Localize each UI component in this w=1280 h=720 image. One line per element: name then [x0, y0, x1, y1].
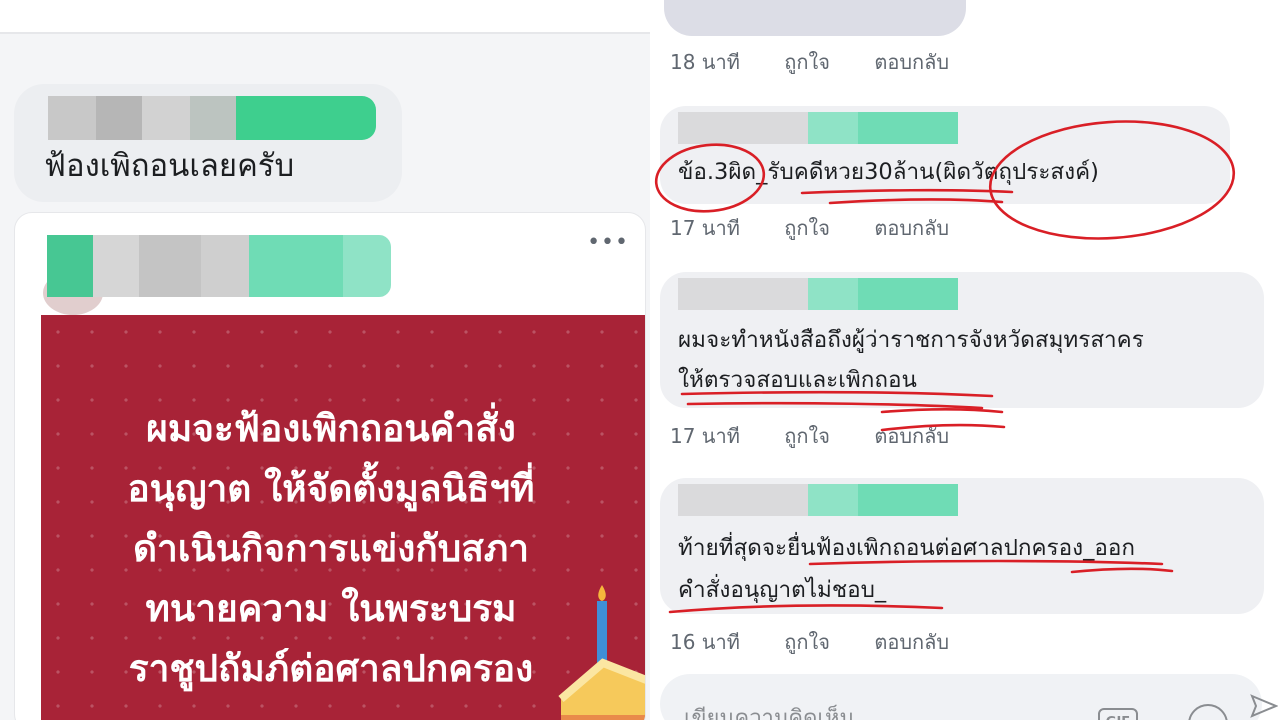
blurred-commenter-name — [678, 278, 968, 310]
comment-bubble[interactable]: ท้ายที่สุดจะยื่นฟ้องเพิกถอนต่อศาลปกครอง_… — [660, 478, 1264, 614]
cake-icon — [558, 585, 645, 720]
like-link[interactable]: ถูกใจ — [784, 46, 830, 78]
comment-bubble[interactable]: ผมจะทำหนังสือถึงผู้ว่าราชการจังหวัดสมุทร… — [660, 272, 1264, 408]
comment-bubble[interactable]: ข้อ.3ผิด_รับคดีหวย30ล้าน(ผิดวัตถุประสงค์… — [660, 106, 1230, 204]
comment-input-placeholder: เขียนความคิดเห็น — [684, 706, 855, 720]
blurred-commenter-name — [48, 96, 378, 140]
post-image: ผมจะฟ้องเพิกถอนคำสั่ง อนุญาต ให้จัดตั้งม… — [41, 315, 645, 720]
post-text-line: ดำเนินกิจการแข่งกับสภา — [132, 527, 529, 570]
post-text-line: ทนายความ ในพระบรม — [145, 587, 517, 630]
blurred-commenter-name — [678, 484, 968, 516]
more-horizontal-icon[interactable]: ••• — [587, 232, 629, 254]
send-icon[interactable] — [1250, 692, 1278, 720]
reply-link[interactable]: ตอบกลับ — [874, 626, 949, 658]
comment-actions: 16 นาที ถูกใจ ตอบกลับ — [670, 626, 987, 658]
comment-actions: 17 นาที ถูกใจ ตอบกลับ — [670, 212, 987, 244]
left-screenshot: ฟ้องเพิถอนเลยครับ ••• ผมจะฟ้องเพิกถอนคำส… — [0, 0, 652, 720]
comment-text-line: ท้ายที่สุดจะยื่นฟ้องเพิกถอนต่อศาลปกครอง_… — [678, 535, 1136, 561]
post-image-text: ผมจะฟ้องเพิกถอนคำสั่ง อนุญาต ให้จัดตั้งม… — [41, 399, 621, 699]
reply-link[interactable]: ตอบกลับ — [874, 420, 949, 452]
like-link[interactable]: ถูกใจ — [784, 212, 830, 244]
comment-text-line: คำสั่งอนุญาตไม่ชอบ_ — [678, 577, 887, 603]
right-screenshot: 18 นาที ถูกใจ ตอบกลับ ข้อ.3ผิด_รับคดีหวย… — [652, 0, 1280, 720]
sticker-icon[interactable] — [1188, 704, 1228, 720]
post-text-line: อนุญาต ให้จัดตั้งมูลนิธิฯที่ — [127, 467, 535, 510]
comment-time: 16 นาที — [670, 630, 740, 654]
post-text-line: ผมจะฟ้องเพิกถอนคำสั่ง — [146, 407, 516, 450]
like-link[interactable]: ถูกใจ — [784, 626, 830, 658]
comment-actions: 17 นาที ถูกใจ ตอบกลับ — [670, 420, 987, 452]
reply-text: ฟ้องเพิถอนเลยครับ — [44, 148, 295, 184]
reply-link[interactable]: ตอบกลับ — [874, 46, 949, 78]
post-text-line: ราชูปถัมภ์ต่อศาลปกครอง — [128, 647, 534, 690]
like-link[interactable]: ถูกใจ — [784, 420, 830, 452]
comment-actions: 18 นาที ถูกใจ ตอบกลับ — [670, 46, 987, 78]
blurred-poster-name — [47, 235, 391, 297]
annotation-underline — [880, 408, 1004, 414]
comment-input[interactable]: เขียนความคิดเห็น GIF — [660, 674, 1262, 720]
comment-time: 17 นาที — [670, 216, 740, 240]
reply-link[interactable]: ตอบกลับ — [874, 212, 949, 244]
comment-time: 18 นาที — [670, 50, 740, 74]
comment-text-line: ผมจะทำหนังสือถึงผู้ว่าราชการจังหวัดสมุทร… — [678, 327, 1144, 353]
previous-comment-bubble — [664, 0, 966, 36]
comment-text-line: ให้ตรวจสอบและเพิกถอน — [678, 367, 917, 393]
blurred-commenter-name — [678, 112, 968, 144]
shared-post-card: ••• ผมจะฟ้องเพิกถอนคำสั่ง อนุญาต ให้จัดต… — [14, 212, 646, 720]
comment-text: ข้อ.3ผิด_รับคดีหวย30ล้าน(ผิดวัตถุประสงค์… — [678, 159, 1099, 185]
top-strip — [0, 0, 652, 34]
comment-time: 17 นาที — [670, 424, 740, 448]
gif-icon[interactable]: GIF — [1098, 708, 1138, 720]
reply-bubble[interactable]: ฟ้องเพิถอนเลยครับ — [14, 84, 402, 202]
